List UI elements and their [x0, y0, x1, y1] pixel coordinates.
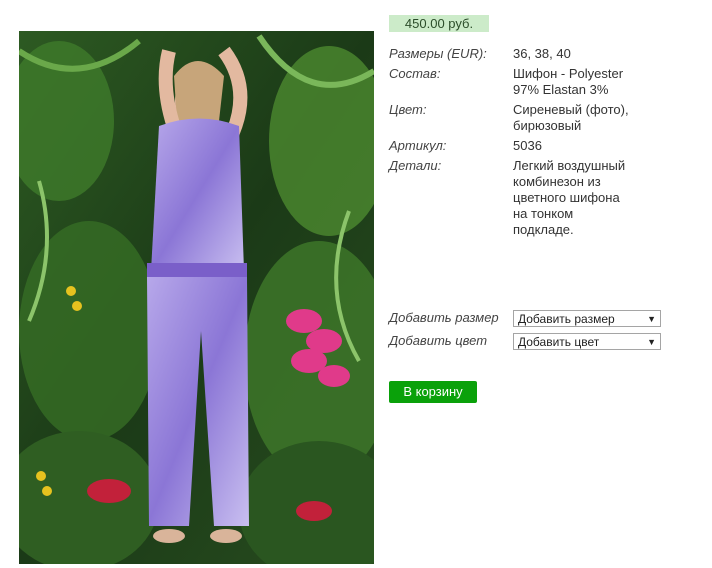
add-options-form: Добавить размер Добавить размер ▼ Добави… [389, 310, 689, 356]
spec-row-composition: Состав: Шифон - Polyester 97% Elastan 3% [389, 66, 689, 98]
spec-label: Размеры (EUR): [389, 46, 487, 61]
spec-label: Детали: [389, 158, 442, 173]
spec-label: Цвет: [389, 102, 427, 117]
spec-label: Состав: [389, 66, 441, 81]
color-label: Добавить цвет [389, 333, 488, 348]
color-select[interactable]: Добавить цвет ▼ [513, 333, 661, 350]
spec-value: Сиреневый (фото), бирюзовый [513, 102, 629, 133]
triangle-down-icon: ▼ [647, 314, 656, 324]
spec-value: Шифон - Polyester 97% Elastan 3% [513, 66, 624, 97]
product-photo[interactable] [19, 31, 374, 564]
add-to-cart-button[interactable]: В корзину [389, 381, 477, 403]
color-row: Добавить цвет Добавить цвет ▼ [389, 333, 689, 350]
spec-value: 36, 38, 40 [513, 46, 571, 61]
spec-row-article: Артикул: 5036 [389, 138, 689, 154]
spec-value: 5036 [513, 138, 542, 153]
size-select-value: Добавить размер [518, 312, 615, 326]
product-photo-illustration [19, 31, 374, 564]
spec-value: Легкий воздушный комбинезон из цветного … [513, 158, 626, 237]
triangle-down-icon: ▼ [647, 337, 656, 347]
spec-row-details: Детали: Легкий воздушный комбинезон из ц… [389, 158, 689, 238]
size-row: Добавить размер Добавить размер ▼ [389, 310, 689, 327]
size-label: Добавить размер [389, 310, 499, 325]
spec-row-sizes: Размеры (EUR): 36, 38, 40 [389, 46, 689, 62]
size-select[interactable]: Добавить размер ▼ [513, 310, 661, 327]
product-specs: Размеры (EUR): 36, 38, 40 Состав: Шифон … [389, 46, 689, 242]
color-select-value: Добавить цвет [518, 335, 600, 349]
price-badge: 450.00 руб. [389, 15, 489, 32]
spec-label: Артикул: [389, 138, 447, 153]
spec-row-color: Цвет: Сиреневый (фото), бирюзовый [389, 102, 689, 134]
